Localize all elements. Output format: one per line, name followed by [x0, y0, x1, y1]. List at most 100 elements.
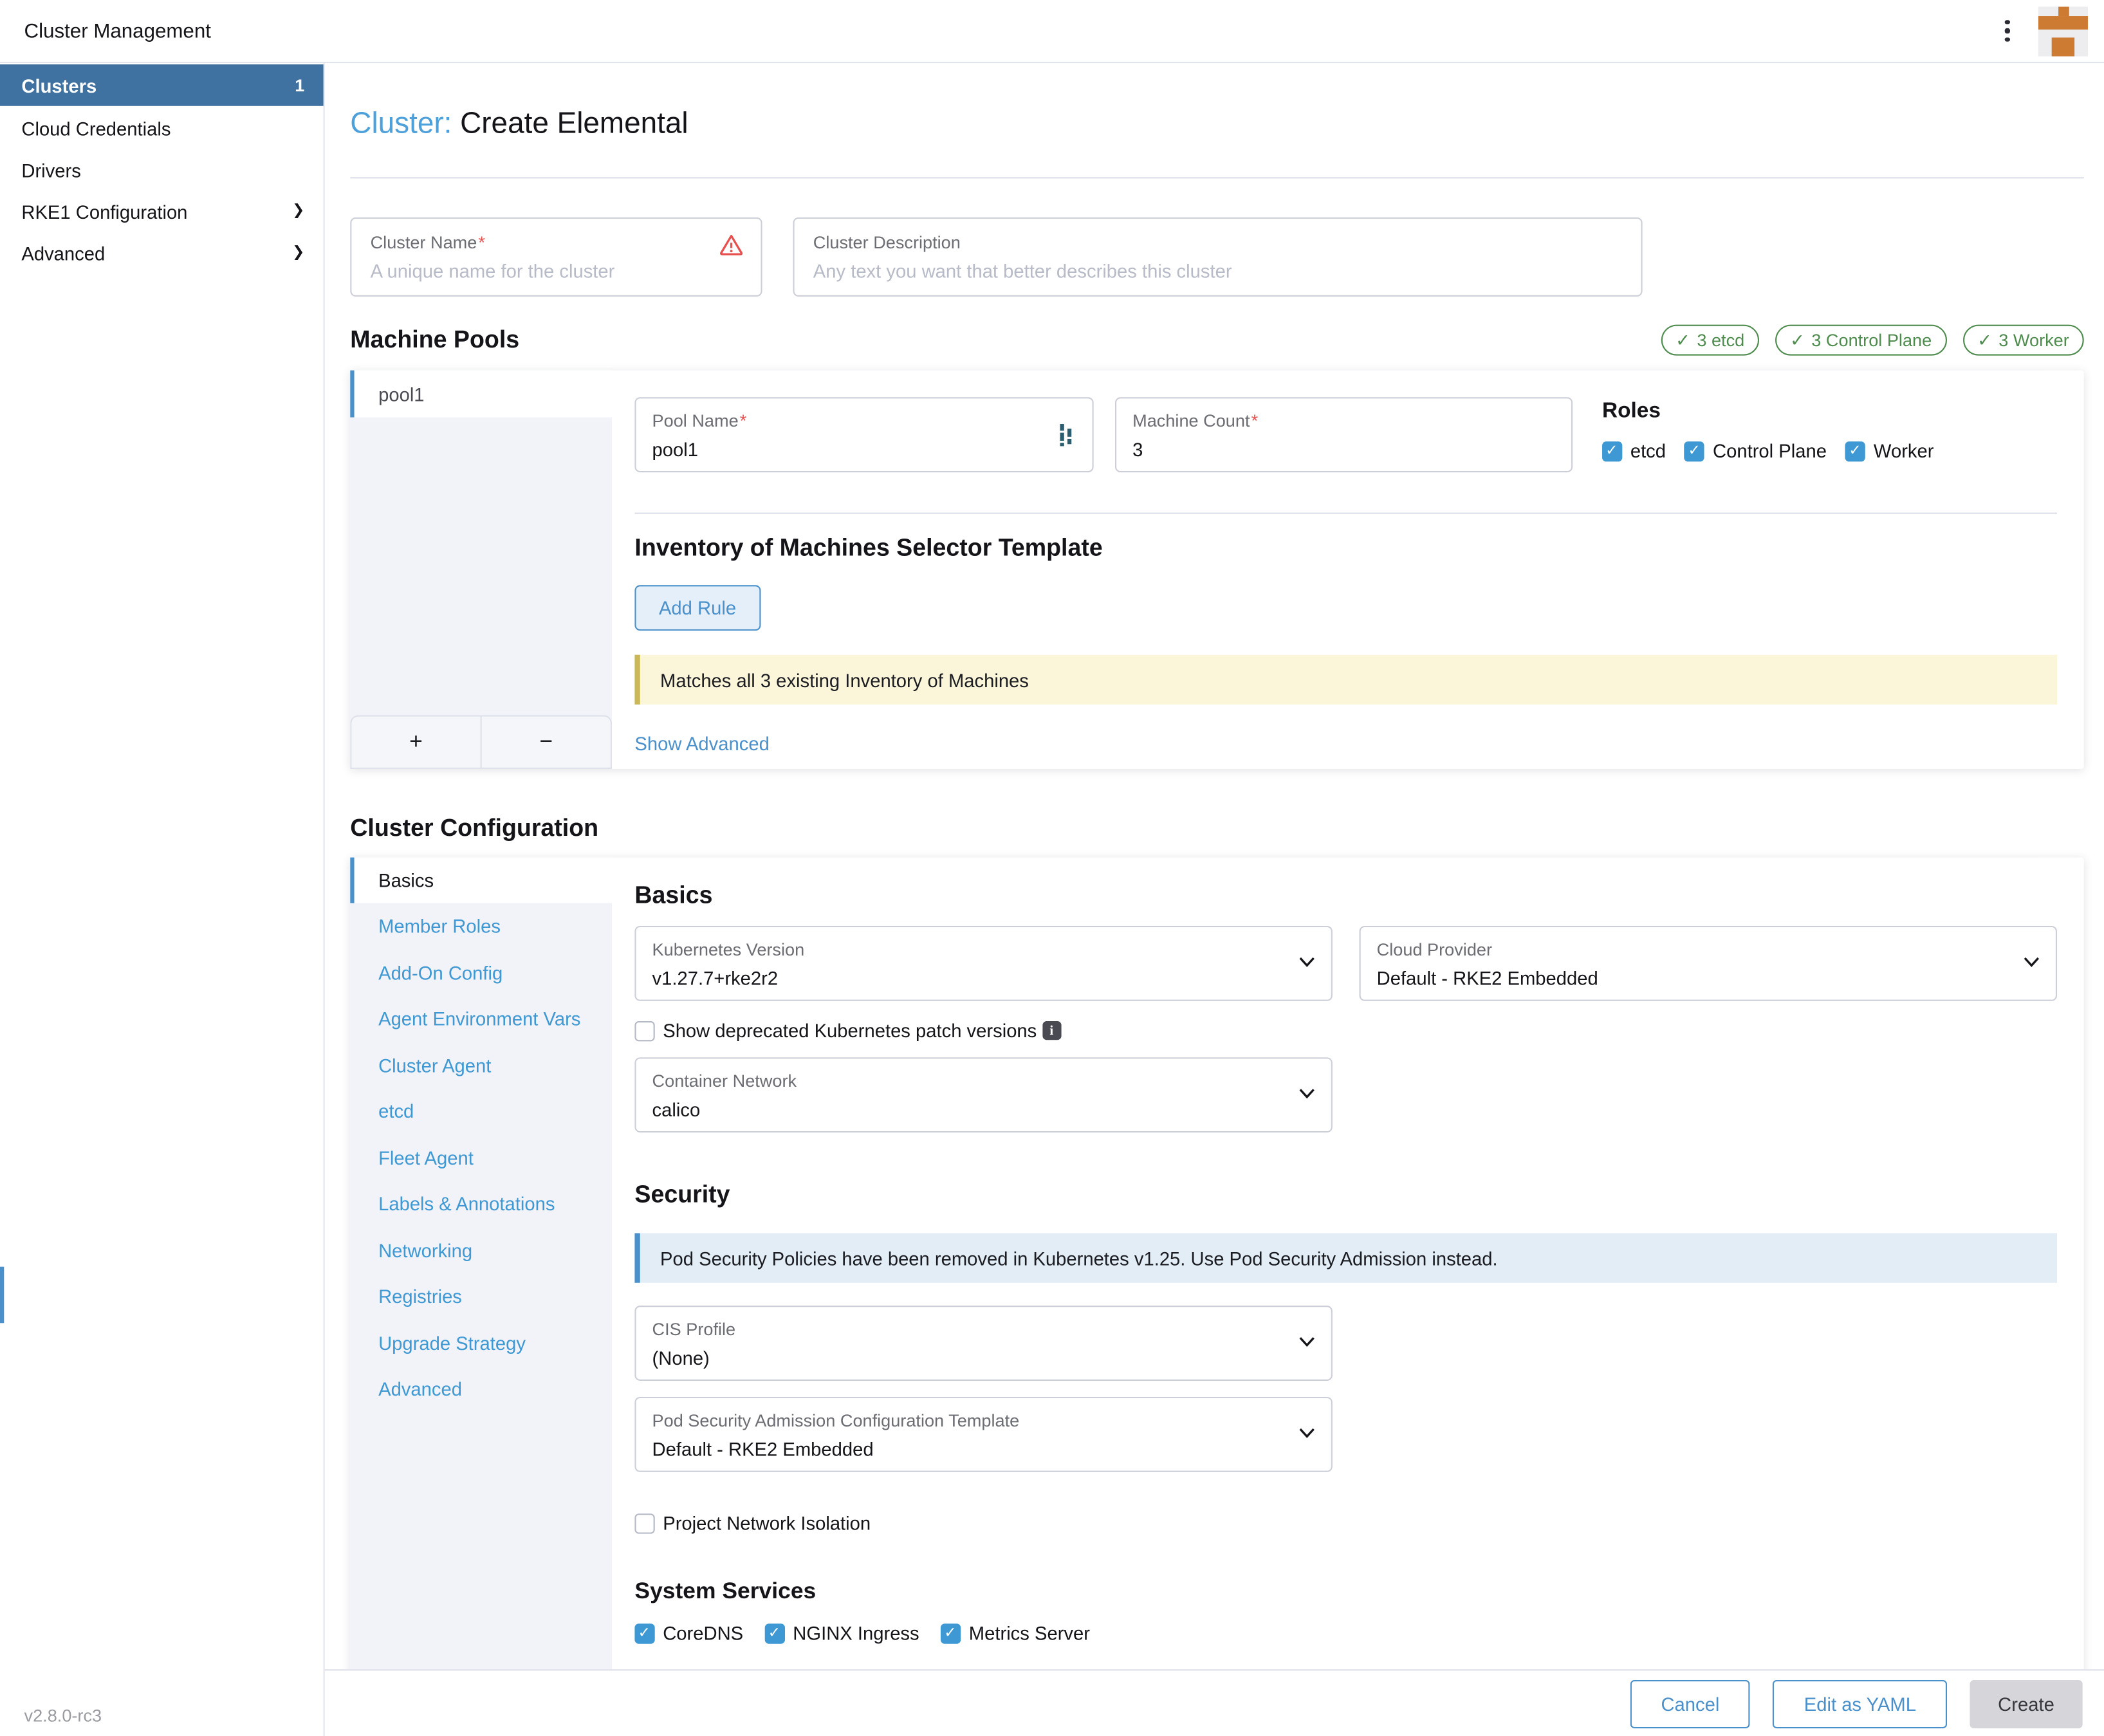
chevron-down-icon	[2024, 957, 2040, 968]
checkbox-checked-icon	[1845, 441, 1865, 461]
config-tab-basics[interactable]: Basics	[350, 858, 612, 903]
cluster-configuration-heading: Cluster Configuration	[350, 815, 2083, 843]
config-tab-add-on-config[interactable]: Add-On Config	[350, 949, 612, 995]
checkbox-unchecked-icon	[634, 1513, 654, 1533]
pool-detail-pane: Pool Name* pool1	[612, 371, 2084, 769]
app-title: Cluster Management	[24, 19, 211, 42]
checkbox-checked-icon	[1684, 441, 1704, 461]
container-network-label: Container Network	[652, 1071, 1315, 1091]
pool-tab-pool1[interactable]: pool1	[350, 371, 612, 418]
cancel-button[interactable]: Cancel	[1630, 1679, 1751, 1728]
config-tab-fleet-agent[interactable]: Fleet Agent	[350, 1134, 612, 1181]
role-worker-checkbox[interactable]: Worker	[1845, 440, 1933, 461]
check-icon	[1675, 329, 1690, 351]
coredns-checkbox[interactable]: CoreDNS	[634, 1622, 743, 1643]
pool-name-field[interactable]: Pool Name* pool1	[634, 397, 1093, 472]
container-network-value: calico	[652, 1099, 1315, 1120]
remove-pool-button[interactable]: −	[481, 716, 612, 769]
sidebar-item-clusters[interactable]: Clusters 1	[0, 64, 324, 106]
pool-name-value: pool1	[652, 439, 1076, 460]
config-tab-cluster-agent[interactable]: Cluster Agent	[350, 1042, 612, 1088]
chevron-right-icon: ❯	[292, 204, 304, 219]
kebab-menu-icon[interactable]	[1995, 12, 2020, 50]
main-content: Cluster: Create Elemental Cluster Name* …	[325, 63, 2104, 1736]
machine-count-value: 3	[1132, 439, 1555, 460]
cloud-provider-value: Default - RKE2 Embedded	[1377, 968, 2040, 989]
chevron-right-icon: ❯	[292, 246, 304, 261]
checkbox-checked-icon	[1602, 441, 1622, 461]
chevron-down-icon	[1299, 1088, 1315, 1099]
psa-template-value: Default - RKE2 Embedded	[652, 1439, 1315, 1460]
user-avatar[interactable]	[2038, 6, 2088, 55]
checkbox-checked-icon	[765, 1623, 785, 1643]
create-button[interactable]: Create	[1970, 1679, 2082, 1728]
app-window: Cluster Management Clusters 1 Cloud Cred…	[0, 0, 2104, 1736]
config-menu-column: Basics Member Roles Add-On Config Agent …	[350, 858, 612, 1670]
config-tab-etcd[interactable]: etcd	[350, 1088, 612, 1134]
page-title-name: Create Elemental	[460, 106, 688, 140]
check-icon	[1977, 329, 1992, 351]
config-tab-networking[interactable]: Networking	[350, 1227, 612, 1273]
sidebar-item-advanced[interactable]: Advanced ❯	[0, 232, 324, 274]
main-scroll-area[interactable]: Cluster: Create Elemental Cluster Name* …	[325, 63, 2104, 1669]
info-tooltip-icon[interactable]: i	[1042, 1021, 1061, 1040]
page-title-prefix: Cluster:	[350, 106, 452, 140]
cluster-identity-row: Cluster Name* A unique name for the clus…	[350, 217, 2083, 297]
pool-add-remove-buttons: + −	[350, 716, 612, 769]
kubernetes-version-value: v1.27.7+rke2r2	[652, 968, 1315, 989]
config-tab-upgrade-strategy[interactable]: Upgrade Strategy	[350, 1320, 612, 1366]
metrics-server-checkbox[interactable]: Metrics Server	[941, 1622, 1090, 1643]
cluster-description-field[interactable]: Cluster Description Any text you want th…	[793, 217, 1643, 297]
role-control-plane-checkbox[interactable]: Control Plane	[1684, 440, 1827, 461]
cluster-name-placeholder: A unique name for the cluster	[371, 261, 743, 282]
chevron-down-icon	[1299, 957, 1315, 968]
random-name-icon[interactable]	[1055, 423, 1076, 447]
warning-icon	[718, 232, 745, 258]
checkbox-checked-icon	[941, 1623, 961, 1643]
role-etcd-checkbox[interactable]: etcd	[1602, 440, 1666, 461]
edit-as-yaml-button[interactable]: Edit as YAML	[1773, 1679, 1947, 1728]
worker-count-badge: 3 Worker	[1962, 325, 2084, 356]
cloud-provider-label: Cloud Provider	[1377, 939, 2040, 959]
pool-divider	[634, 513, 2057, 514]
config-tab-agent-environment-vars[interactable]: Agent Environment Vars	[350, 995, 612, 1042]
psa-template-select[interactable]: Pod Security Admission Configuration Tem…	[634, 1397, 1332, 1472]
project-network-isolation-checkbox[interactable]: Project Network Isolation	[634, 1512, 871, 1533]
sidebar-item-cloud-credentials[interactable]: Cloud Credentials	[0, 107, 324, 149]
config-tab-labels-annotations[interactable]: Labels & Annotations	[350, 1181, 612, 1227]
checkbox-unchecked-icon	[634, 1020, 654, 1040]
selector-template-heading: Inventory of Machines Selector Template	[634, 534, 2057, 562]
roles-heading: Roles	[1602, 400, 1933, 424]
machine-count-field[interactable]: Machine Count* 3	[1115, 397, 1573, 472]
config-tab-advanced[interactable]: Advanced	[350, 1366, 612, 1412]
add-pool-button[interactable]: +	[350, 716, 480, 769]
add-rule-button[interactable]: Add Rule	[634, 585, 760, 631]
show-advanced-link[interactable]: Show Advanced	[634, 733, 769, 754]
title-divider	[350, 177, 2083, 178]
cluster-description-label: Cluster Description	[813, 232, 1623, 252]
top-bar-actions	[1995, 0, 2088, 62]
config-content-pane: Basics Kubernetes Version v1.27.7+rke2r2…	[612, 858, 2084, 1670]
nginx-ingress-checkbox[interactable]: NGINX Ingress	[765, 1622, 919, 1643]
matches-banner: Matches all 3 existing Inventory of Mach…	[634, 655, 2057, 705]
required-asterisk: *	[478, 232, 485, 252]
container-network-select[interactable]: Container Network calico	[634, 1057, 1332, 1132]
cloud-provider-select[interactable]: Cloud Provider Default - RKE2 Embedded	[1360, 926, 2057, 1001]
left-edge-accent-bar	[0, 1267, 4, 1324]
version-label: v2.8.0-rc3	[24, 1706, 102, 1726]
roles-group: Roles etcd Control Plane Worker	[1602, 397, 1933, 472]
sidebar-item-drivers[interactable]: Drivers	[0, 149, 324, 190]
cluster-name-field[interactable]: Cluster Name* A unique name for the clus…	[350, 217, 762, 297]
sidebar: Clusters 1 Cloud Credentials Drivers RKE…	[0, 63, 325, 1736]
config-tab-member-roles[interactable]: Member Roles	[350, 903, 612, 950]
machine-pools-header-row: Machine Pools 3 etcd 3 Control Plane 3 W…	[350, 325, 2083, 356]
etcd-count-badge: 3 etcd	[1661, 325, 1759, 356]
cis-profile-value: (None)	[652, 1347, 1315, 1369]
cluster-description-placeholder: Any text you want that better describes …	[813, 261, 1623, 282]
clusters-count-badge: 1	[295, 75, 304, 95]
kubernetes-version-select[interactable]: Kubernetes Version v1.27.7+rke2r2	[634, 926, 1332, 1001]
show-deprecated-versions-checkbox[interactable]: Show deprecated Kubernetes patch version…	[634, 1020, 1037, 1041]
cis-profile-select[interactable]: CIS Profile (None)	[634, 1306, 1332, 1381]
config-tab-registries[interactable]: Registries	[350, 1273, 612, 1320]
sidebar-item-rke1-configuration[interactable]: RKE1 Configuration ❯	[0, 190, 324, 232]
